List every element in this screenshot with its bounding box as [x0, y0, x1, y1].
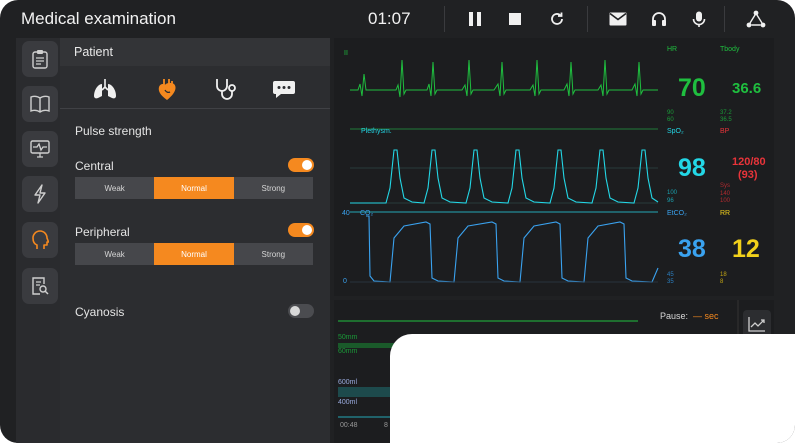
peripheral-strong-option[interactable]: Strong [233, 243, 313, 265]
spo2-label: SpO₂ [667, 128, 684, 135]
waveforms [350, 59, 659, 283]
etco2-lo: 35 [667, 279, 674, 285]
network-icon[interactable] [745, 8, 767, 30]
bp-mean: (93) [738, 169, 758, 181]
bp-sys-lo: 100 [720, 198, 731, 204]
central-toggle[interactable] [288, 158, 314, 172]
pause-value: — sec [693, 311, 719, 321]
peripheral-weak-option[interactable]: Weak [75, 243, 155, 265]
stethoscope-icon[interactable] [212, 76, 238, 102]
scale-label: 60mm [338, 348, 358, 355]
report-search-icon[interactable] [22, 268, 58, 304]
spo2-hi: 100 [667, 190, 678, 196]
spo2-lo: 96 [667, 198, 674, 204]
device-frame: Medical examination 01:07 Patient Pulse … [0, 0, 795, 443]
cyanosis-toggle[interactable] [288, 304, 314, 318]
vital-signs-monitor: II Plethysm. 40 CO₂ 0 HR 70 90 60 Tbody … [334, 38, 774, 296]
bp-sys-label: Sys [720, 183, 731, 189]
app-title: Medical examination [21, 9, 176, 28]
pleth-label: Plethysm. [361, 128, 392, 135]
spo2-value: 98 [678, 154, 706, 182]
ecg-waveform [350, 59, 658, 98]
bp-label: BP [720, 128, 730, 135]
session-timer: 01:07 [368, 9, 411, 28]
pause-icon[interactable] [464, 8, 486, 30]
hr-lo: 60 [667, 117, 674, 123]
ecg-lead-label: II [344, 50, 348, 57]
top-bar: Medical examination 01:07 [0, 0, 795, 38]
headphones-icon[interactable] [648, 8, 670, 30]
scale-label: 400ml [338, 399, 358, 406]
heart-icon[interactable] [154, 76, 180, 102]
divider [444, 6, 445, 32]
lungs-icon[interactable] [92, 76, 118, 102]
panel-title: Patient [74, 45, 113, 59]
etco2-value: 38 [678, 235, 706, 263]
tbody-label: Tbody [720, 46, 740, 53]
speech-icon[interactable] [271, 76, 297, 102]
time-label: 8 [384, 422, 388, 429]
etco2-hi: 45 [667, 272, 674, 278]
co2-scale-top: 40 [342, 210, 350, 217]
bp-sys-hi: 140 [720, 191, 731, 197]
etco2-label: EtCO₂ [667, 210, 687, 217]
peripheral-label: Peripheral [75, 225, 130, 239]
hr-label: HR [667, 46, 678, 53]
bp-value: 120/80 [732, 156, 766, 168]
hr-hi: 90 [667, 110, 674, 116]
tbody-lo: 36.5 [720, 117, 732, 123]
scale-label: 600ml [338, 379, 358, 386]
hr-value: 70 [678, 74, 706, 102]
pulse-strength-heading: Pulse strength [75, 124, 152, 138]
rr-value: 12 [732, 235, 760, 263]
rr-lo: 8 [720, 279, 724, 285]
co2-waveform [366, 215, 659, 283]
central-normal-option[interactable]: Normal [154, 177, 234, 199]
tbody-hi: 37.2 [720, 110, 732, 116]
divider [724, 6, 725, 32]
mail-icon[interactable] [607, 8, 629, 30]
rr-hi: 18 [720, 272, 727, 278]
pleth-waveform [350, 149, 659, 204]
time-label: 00:48 [340, 422, 358, 429]
clipboard-icon[interactable] [22, 41, 58, 77]
microphone-icon[interactable] [688, 8, 710, 30]
restart-icon[interactable] [546, 8, 568, 30]
central-weak-option[interactable]: Weak [75, 177, 155, 199]
head-icon[interactable] [22, 222, 58, 258]
co2-label: CO₂ [360, 210, 374, 217]
monitor-icon[interactable] [22, 131, 58, 167]
panel-header: Patient [60, 38, 330, 66]
patient-panel: Patient Pulse strength Central Weak Norm… [60, 38, 330, 443]
divider [587, 6, 588, 32]
stop-icon[interactable] [504, 8, 526, 30]
book-icon[interactable] [22, 86, 58, 122]
divider [60, 108, 330, 109]
pause-label: Pause: [660, 311, 689, 321]
peripheral-toggle[interactable] [288, 223, 314, 237]
cyanosis-label: Cyanosis [75, 305, 125, 319]
co2-scale-bottom: 0 [343, 278, 347, 285]
scale-label: 50mm [338, 334, 358, 341]
lightning-icon[interactable] [22, 176, 58, 212]
central-strong-option[interactable]: Strong [233, 177, 313, 199]
tbody-value: 36.6 [732, 80, 762, 97]
overlay-panel [390, 334, 795, 443]
peripheral-strength-selector: Weak Normal Strong [75, 243, 313, 265]
central-label: Central [75, 159, 114, 173]
rr-label: RR [720, 210, 731, 217]
central-strength-selector: Weak Normal Strong [75, 177, 313, 199]
peripheral-normal-option[interactable]: Normal [154, 243, 234, 265]
